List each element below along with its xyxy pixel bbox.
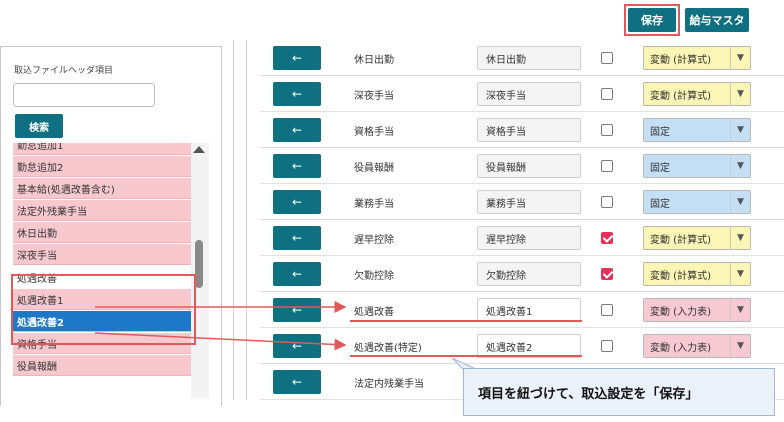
type-select[interactable]: 固定 ▼: [643, 190, 751, 214]
chevron-down-icon[interactable]: ▼: [730, 299, 750, 321]
chevron-down-icon[interactable]: ▼: [730, 83, 750, 105]
type-select[interactable]: 変動 (入力表) ▼: [643, 298, 751, 322]
list-item[interactable]: 深夜手当: [13, 244, 191, 265]
mapping-row: ← 役員報酬 役員報酬 固定 ▼: [260, 148, 784, 184]
map-arrow-button[interactable]: ←: [273, 82, 321, 106]
save-button[interactable]: 保存: [628, 8, 676, 32]
chevron-down-icon[interactable]: ▼: [730, 191, 750, 213]
link-underline: [350, 355, 582, 357]
mapping-row: ← 深夜手当 深夜手当 変動 (計算式) ▼: [260, 76, 784, 112]
item-label: 休日出勤: [354, 55, 394, 66]
mapping-row: ← 業務手当 業務手当 固定 ▼: [260, 184, 784, 220]
salary-master-button[interactable]: 給与マスタ: [685, 8, 749, 32]
chevron-down-icon[interactable]: ▼: [730, 227, 750, 249]
chevron-down-icon[interactable]: ▼: [730, 47, 750, 69]
row-checkbox[interactable]: [601, 196, 613, 208]
panel-divider: [246, 40, 247, 400]
row-checkbox[interactable]: [601, 88, 613, 100]
type-select-value: 変動 (計算式): [650, 270, 711, 282]
item-label: 遅早控除: [354, 235, 394, 246]
chevron-down-icon[interactable]: ▼: [730, 335, 750, 357]
type-select[interactable]: 固定 ▼: [643, 154, 751, 178]
mapping-row: ← 欠勤控除 欠勤控除 変動 (計算式) ▼: [260, 256, 784, 292]
link-underline: [350, 320, 582, 322]
list-item[interactable]: 役員報酬: [13, 355, 191, 376]
mapping-row: ← 資格手当 資格手当 固定 ▼: [260, 112, 784, 148]
type-select-value: 変動 (入力表): [650, 342, 711, 354]
type-select-value: 変動 (計算式): [650, 90, 711, 102]
row-checkbox[interactable]: [601, 268, 613, 280]
header-items-list: 勤怠追加1 勤怠追加2 基本給(処遇改善含む) 法定外残業手当 休日出勤 深夜手当 処遇改善…: [13, 143, 209, 398]
header-mapping-field[interactable]: 遅早控除: [477, 226, 581, 250]
chevron-down-icon[interactable]: ▼: [730, 263, 750, 285]
type-select[interactable]: 固定 ▼: [643, 118, 751, 142]
header-items-label: 取込ファイルヘッダ項目: [14, 66, 114, 76]
header-mapping-field[interactable]: 業務手当: [477, 190, 581, 214]
item-label: 欠勤控除: [354, 271, 394, 282]
row-checkbox[interactable]: [601, 304, 613, 316]
mapping-row: ← 遅早控除 遅早控除 変動 (計算式) ▼: [260, 220, 784, 256]
map-arrow-button[interactable]: ←: [273, 154, 321, 178]
item-label: 処遇改善(特定): [354, 343, 422, 354]
search-input[interactable]: [13, 83, 155, 107]
scroll-up-icon[interactable]: [193, 146, 205, 153]
type-select-value: 変動 (入力表): [650, 306, 711, 318]
map-arrow-button[interactable]: ←: [273, 334, 321, 358]
item-label: 処遇改善: [354, 307, 394, 318]
mapping-row: ← 休日出勤 休日出勤 変動 (計算式) ▼: [260, 40, 784, 76]
header-mapping-field[interactable]: 処遇改善1: [477, 298, 581, 322]
type-select-value: 固定: [650, 162, 670, 174]
panel-divider: [233, 40, 234, 400]
header-mapping-field[interactable]: 役員報酬: [477, 154, 581, 178]
item-label: 深夜手当: [354, 91, 394, 102]
map-arrow-button[interactable]: ←: [273, 298, 321, 322]
list-item[interactable]: 勤怠追加1: [13, 143, 191, 155]
type-select[interactable]: 変動 (計算式) ▼: [643, 226, 751, 250]
list-selection-highlight: [11, 274, 196, 345]
map-arrow-button[interactable]: ←: [273, 118, 321, 142]
header-mapping-field[interactable]: 休日出勤: [477, 46, 581, 70]
map-arrow-button[interactable]: ←: [273, 46, 321, 70]
type-select[interactable]: 変動 (入力表) ▼: [643, 334, 751, 358]
type-select-value: 固定: [650, 198, 670, 210]
list-item[interactable]: 勤怠追加2: [13, 156, 191, 177]
header-mapping-field[interactable]: 欠勤控除: [477, 262, 581, 286]
search-button[interactable]: 検索: [15, 114, 63, 138]
row-checkbox[interactable]: [601, 52, 613, 64]
row-checkbox[interactable]: [601, 124, 613, 136]
type-select[interactable]: 変動 (計算式) ▼: [643, 46, 751, 70]
row-checkbox[interactable]: [601, 340, 613, 352]
chevron-down-icon[interactable]: ▼: [730, 119, 750, 141]
list-item[interactable]: 法定外残業手当: [13, 200, 191, 221]
item-label: 法定内残業手当: [354, 379, 424, 390]
header-mapping-field[interactable]: 資格手当: [477, 118, 581, 142]
map-arrow-button[interactable]: ←: [273, 190, 321, 214]
map-arrow-button[interactable]: ←: [273, 226, 321, 250]
map-arrow-button[interactable]: ←: [273, 262, 321, 286]
mapping-row: ← 処遇改善(特定) 処遇改善2 変動 (入力表) ▼: [260, 328, 784, 364]
list-item[interactable]: 休日出勤: [13, 222, 191, 243]
item-label: 資格手当: [354, 127, 394, 138]
type-select[interactable]: 変動 (計算式) ▼: [643, 82, 751, 106]
type-select[interactable]: 変動 (計算式) ▼: [643, 262, 751, 286]
scroll-thumb[interactable]: [195, 240, 203, 288]
type-select-value: 変動 (計算式): [650, 234, 711, 246]
item-label: 業務手当: [354, 199, 394, 210]
mapping-row: ← 処遇改善 処遇改善1 変動 (入力表) ▼: [260, 292, 784, 328]
chevron-down-icon[interactable]: ▼: [730, 155, 750, 177]
row-checkbox[interactable]: [601, 232, 613, 244]
list-item[interactable]: 基本給(処遇改善含む): [13, 178, 191, 199]
instruction-callout: 項目を紐づけて、取込設定を「保存」: [463, 368, 775, 416]
map-arrow-button[interactable]: ←: [273, 370, 321, 394]
header-mapping-field[interactable]: 深夜手当: [477, 82, 581, 106]
type-select-value: 固定: [650, 126, 670, 138]
item-label: 役員報酬: [354, 163, 394, 174]
type-select-value: 変動 (計算式): [650, 54, 711, 66]
row-checkbox[interactable]: [601, 160, 613, 172]
